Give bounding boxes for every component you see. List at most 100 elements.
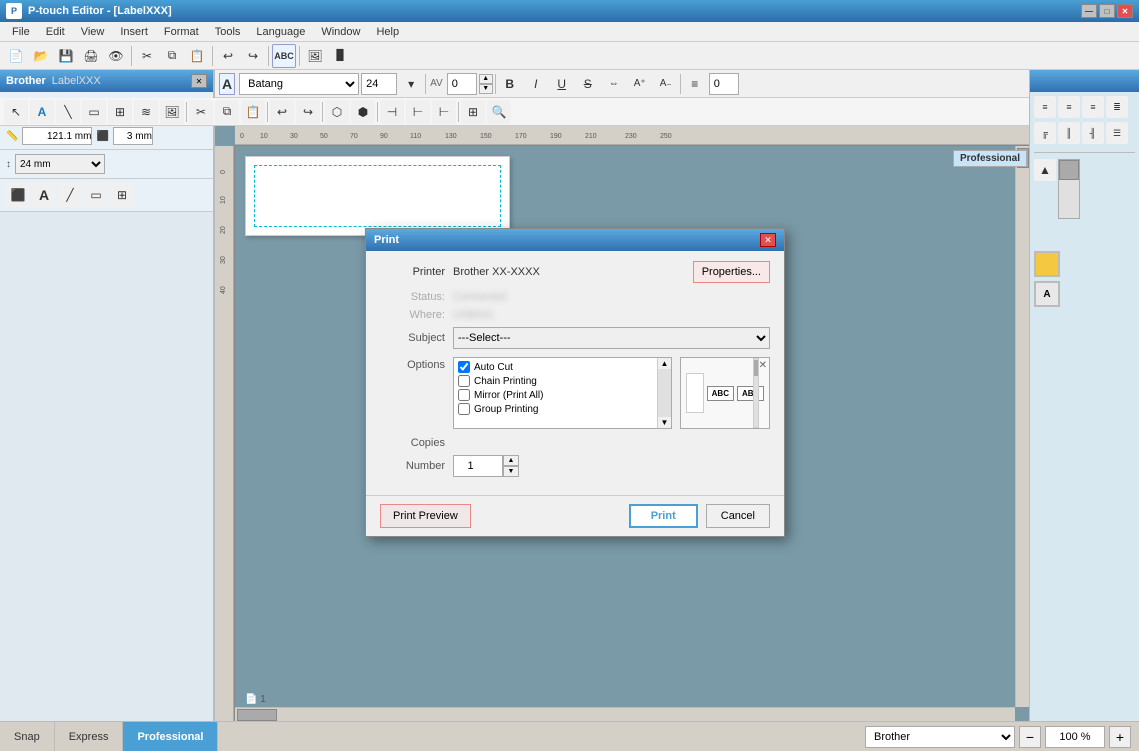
draw-line-btn[interactable]: ╲ xyxy=(56,100,80,124)
zoom-out-btn[interactable]: − xyxy=(1019,726,1041,748)
menu-language[interactable]: Language xyxy=(248,24,313,40)
zoom-fit-btn[interactable]: ⊞ xyxy=(461,100,485,124)
spacing-down[interactable]: ▼ xyxy=(479,84,493,94)
font-size-dropdown[interactable]: ▾ xyxy=(399,72,423,96)
text-tool[interactable]: A xyxy=(32,183,56,207)
print-preview-btn[interactable]: Print Preview xyxy=(380,504,471,528)
draw-image-btn[interactable]: 🖼 xyxy=(160,100,184,124)
menu-window[interactable]: Window xyxy=(313,24,368,40)
margin-input[interactable] xyxy=(113,127,153,145)
copy-button[interactable]: ⧉ xyxy=(160,44,184,68)
print-btn[interactable]: Print xyxy=(629,504,698,528)
number-input[interactable] xyxy=(453,455,503,477)
print-icon-button[interactable]: 🖨 xyxy=(79,44,103,68)
tab-snap[interactable]: Snap xyxy=(0,722,55,751)
check-group[interactable]: Group Printing xyxy=(456,402,669,416)
check-autocut[interactable]: Auto Cut xyxy=(456,360,669,374)
cut-button[interactable]: ✂ xyxy=(135,44,159,68)
abc-button[interactable]: ABC xyxy=(272,44,296,68)
rect-tool[interactable]: ▭ xyxy=(84,183,108,207)
length-input[interactable] xyxy=(22,127,92,145)
undo2-btn[interactable]: ↩ xyxy=(270,100,294,124)
italic-btn[interactable]: I xyxy=(524,72,548,96)
preview-close[interactable]: ✕ xyxy=(759,360,767,371)
barcode-button[interactable]: ▐▌ xyxy=(328,44,352,68)
modal-close-btn[interactable]: ✕ xyxy=(760,233,776,247)
cut2-btn[interactable]: ✂ xyxy=(189,100,213,124)
group-checkbox[interactable] xyxy=(458,403,470,415)
align-right-btn[interactable]: ⊢ xyxy=(432,100,456,124)
draw-table-btn[interactable]: ⊞ xyxy=(108,100,132,124)
scroll-down-btn[interactable]: ▼ xyxy=(658,417,671,428)
rp-tool-6[interactable]: ║ xyxy=(1058,122,1080,144)
zoom-in-btn[interactable]: + xyxy=(1109,726,1131,748)
tab-professional[interactable]: Professional xyxy=(123,722,218,751)
check-mirror[interactable]: Mirror (Print All) xyxy=(456,388,669,402)
bold-btn[interactable]: B xyxy=(498,72,522,96)
minimize-button[interactable]: — xyxy=(1081,4,1097,18)
align-left-btn[interactable]: ≡ xyxy=(683,72,707,96)
menu-view[interactable]: View xyxy=(73,24,113,40)
new-button[interactable]: 📄 xyxy=(4,44,28,68)
underline-btn[interactable]: U xyxy=(550,72,574,96)
ungroup-btn[interactable]: ⬢ xyxy=(351,100,375,124)
select-arrow-btn[interactable]: ↖ xyxy=(4,100,28,124)
tape-width-select[interactable]: 24 mm 12 mm 18 mm xyxy=(15,154,105,174)
font-name-select[interactable]: Batang xyxy=(239,73,359,95)
align-center-btn[interactable]: ⊢ xyxy=(406,100,430,124)
text-insert-btn[interactable]: A xyxy=(30,100,54,124)
close-button[interactable]: ✕ xyxy=(1117,4,1133,18)
rp-tool-1[interactable]: ≡ xyxy=(1034,96,1056,118)
modal-properties-btn[interactable]: Properties... xyxy=(693,261,770,283)
group-btn[interactable]: ⬡ xyxy=(325,100,349,124)
color-swatch-yellow[interactable] xyxy=(1034,251,1060,277)
line-tool[interactable]: ╱ xyxy=(58,183,82,207)
copy2-btn[interactable]: ⧉ xyxy=(215,100,239,124)
check-chain[interactable]: Chain Printing xyxy=(456,374,669,388)
menu-edit[interactable]: Edit xyxy=(38,24,73,40)
menu-file[interactable]: File xyxy=(4,24,38,40)
menu-format[interactable]: Format xyxy=(156,24,207,40)
rp-scroll-up[interactable]: ▲ xyxy=(1034,159,1056,181)
number-down-btn[interactable]: ▼ xyxy=(503,466,519,477)
left-panel-close[interactable]: ✕ xyxy=(191,74,207,88)
paste2-btn[interactable]: 📋 xyxy=(241,100,265,124)
select-tool[interactable]: ⬛ xyxy=(6,183,30,207)
zoom-in-btn[interactable]: 🔍 xyxy=(487,100,511,124)
cancel-btn[interactable]: Cancel xyxy=(706,504,770,528)
save-button[interactable]: 💾 xyxy=(54,44,78,68)
number-up-btn[interactable]: ▲ xyxy=(503,455,519,466)
line-spacing-input[interactable] xyxy=(709,73,739,95)
tab-express[interactable]: Express xyxy=(55,722,124,751)
expand-btn[interactable]: ⇔ xyxy=(602,72,626,96)
rp-tool-3[interactable]: ≡ xyxy=(1082,96,1104,118)
canvas-vscrollbar[interactable] xyxy=(1015,146,1029,707)
subscript-btn[interactable]: A₋ xyxy=(654,72,678,96)
image-button[interactable]: 🖼 xyxy=(303,44,327,68)
rp-tool-4[interactable]: ≣ xyxy=(1106,96,1128,118)
redo2-btn[interactable]: ↪ xyxy=(296,100,320,124)
char-spacing-input[interactable] xyxy=(447,73,477,95)
open-button[interactable]: 📂 xyxy=(29,44,53,68)
modal-subject-select[interactable]: ---Select--- xyxy=(453,327,770,349)
autocut-checkbox[interactable] xyxy=(458,361,470,373)
canvas-hscrollthumb[interactable] xyxy=(237,709,277,721)
maximize-button[interactable]: □ xyxy=(1099,4,1115,18)
align-left2-btn[interactable]: ⊣ xyxy=(380,100,404,124)
mirror-checkbox[interactable] xyxy=(458,389,470,401)
superscript-btn[interactable]: A⁺ xyxy=(628,72,652,96)
rp-tool-2[interactable]: ≡ xyxy=(1058,96,1080,118)
rp-tool-8[interactable]: ☰ xyxy=(1106,122,1128,144)
chain-checkbox[interactable] xyxy=(458,375,470,387)
preview-button[interactable]: 👁 xyxy=(104,44,128,68)
redo-button[interactable]: ↪ xyxy=(241,44,265,68)
menu-insert[interactable]: Insert xyxy=(112,24,156,40)
scroll-up-btn[interactable]: ▲ xyxy=(658,358,671,369)
spacing-up[interactable]: ▲ xyxy=(479,74,493,84)
rp-tool-5[interactable]: ╔ xyxy=(1034,122,1056,144)
draw-rect-btn[interactable]: ▭ xyxy=(82,100,106,124)
menu-help[interactable]: Help xyxy=(368,24,407,40)
font-size-input[interactable] xyxy=(361,73,397,95)
rp-tool-7[interactable]: ╢ xyxy=(1082,122,1104,144)
canvas-hscrollbar[interactable] xyxy=(235,707,1015,721)
